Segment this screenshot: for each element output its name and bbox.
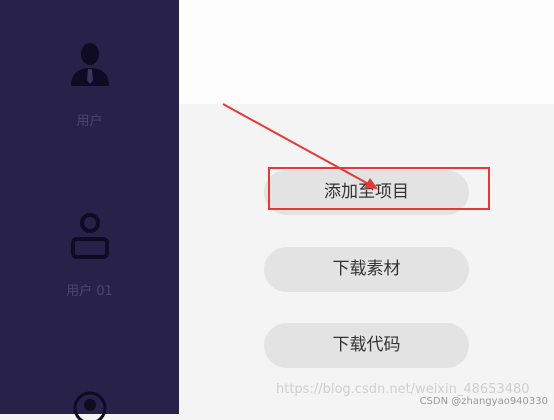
sidebar-item-label: 用户 (76, 114, 103, 129)
add-to-project-button[interactable]: 添加至项目 (264, 170, 469, 215)
sidebar-item-avatar[interactable] (0, 390, 179, 420)
watermark-url: https://blog.csdn.net/weixin_48653480 (276, 382, 530, 397)
user-tie-icon (70, 43, 109, 86)
top-panel (179, 0, 554, 104)
sidebar-item-label: 用户 01 (66, 284, 113, 299)
sidebar-item-user[interactable]: 用户 (0, 40, 179, 129)
user-outline-icon (70, 213, 109, 259)
avatar-icon (73, 391, 106, 420)
download-material-button[interactable]: 下载素材 (264, 247, 469, 292)
watermark-credit: CSDN @zhangyao940330 (419, 396, 548, 407)
sidebar: 用户 用户 01 (0, 0, 179, 420)
sidebar-item-user-01[interactable]: 用户 01 (0, 212, 179, 299)
download-code-button[interactable]: 下载代码 (264, 323, 469, 368)
